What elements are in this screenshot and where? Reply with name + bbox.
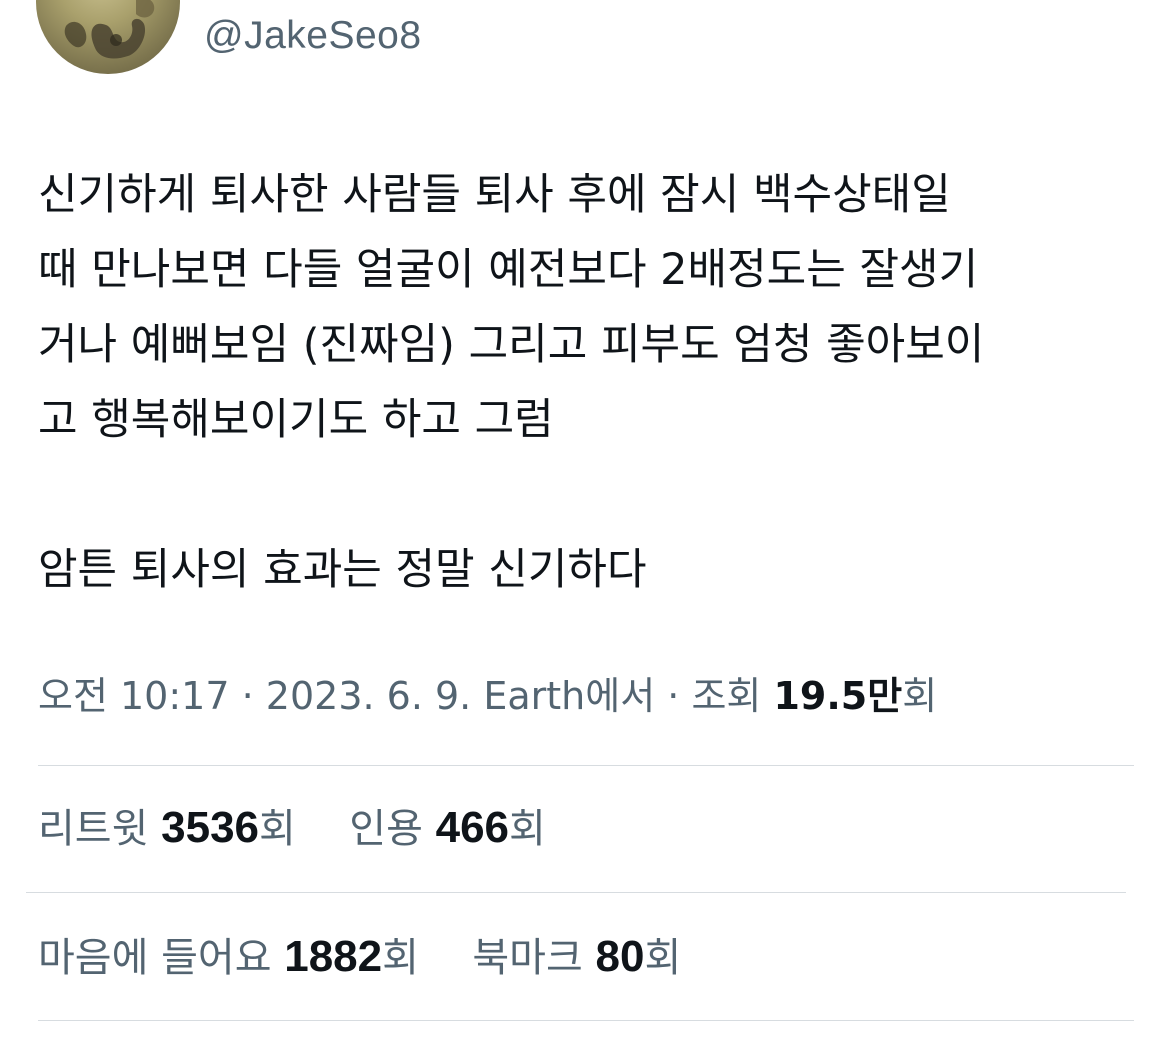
avatar-image xyxy=(64,0,155,59)
retweets-suffix: 회 xyxy=(259,806,296,852)
author-handle[interactable]: @JakeSeo8 xyxy=(204,14,422,58)
meta-separator: · xyxy=(667,674,680,718)
bookmarks-stat[interactable]: 북마크 80회 xyxy=(472,932,682,981)
likes-count: 1882 xyxy=(284,932,383,981)
likes-stat[interactable]: 마음에 들어요 1882회 xyxy=(38,932,432,981)
divider xyxy=(38,1020,1134,1021)
repost-stats-row: 리트윗 3536회 인용 466회 xyxy=(38,800,546,857)
quotes-stat[interactable]: 인용 466회 xyxy=(349,803,546,852)
retweets-label: 리트윗 xyxy=(38,806,149,852)
engagement-stats-row: 마음에 들어요 1882회 북마크 80회 xyxy=(38,929,681,986)
tweet-source: Earth에서 xyxy=(483,674,656,718)
meta-separator: · xyxy=(241,674,254,718)
bookmarks-suffix: 회 xyxy=(644,935,682,981)
quotes-label: 인용 xyxy=(349,806,423,852)
likes-label: 마음에 들어요 xyxy=(38,935,272,981)
likes-suffix: 회 xyxy=(382,935,419,981)
quotes-count: 466 xyxy=(435,803,510,852)
views-label: 조회 xyxy=(691,674,762,718)
bookmarks-label: 북마크 xyxy=(472,935,583,981)
quotes-suffix: 회 xyxy=(509,806,546,852)
retweets-count: 3536 xyxy=(161,803,260,852)
divider xyxy=(26,892,1126,893)
tweet-time[interactable]: 오전 10:17 xyxy=(38,674,230,718)
avatar[interactable] xyxy=(36,0,180,74)
views-suffix: 회 xyxy=(902,674,938,718)
tweet-date[interactable]: 2023. 6. 9. xyxy=(266,674,471,718)
tweet-text: 신기하게 퇴사한 사람들 퇴사 후에 잠시 백수상태일 때 만나보면 다들 얼굴… xyxy=(38,170,985,595)
retweets-stat[interactable]: 리트윗 3536회 xyxy=(38,803,309,852)
tweet-meta: 오전 10:17 · 2023. 6. 9. Earth에서 · 조회 19.5… xyxy=(38,670,937,722)
divider xyxy=(38,765,1134,766)
views-count[interactable]: 19.5만 xyxy=(773,674,902,718)
bookmarks-count: 80 xyxy=(595,932,645,981)
